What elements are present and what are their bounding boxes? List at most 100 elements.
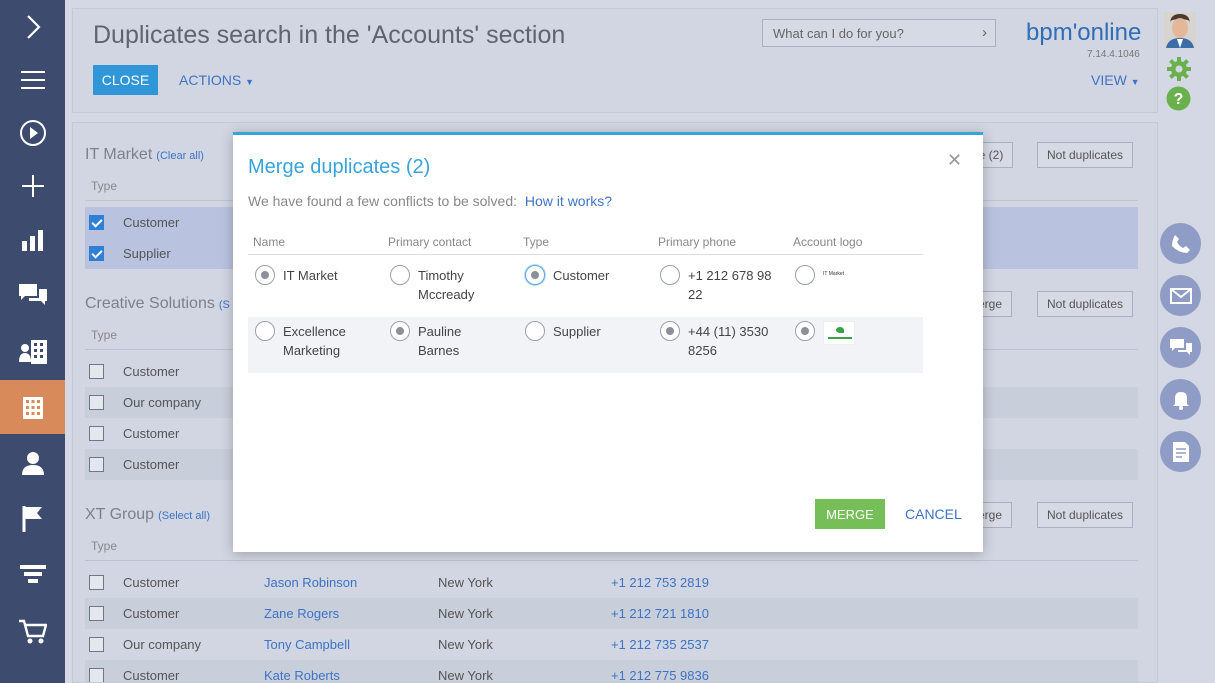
row-type: Customer: [123, 606, 180, 621]
flag-icon[interactable]: [0, 492, 65, 546]
radio-button[interactable]: [795, 321, 815, 341]
close-button[interactable]: CLOSE: [93, 65, 158, 95]
table-row[interactable]: Our company Tony Campbell New York +1 212 7…: [85, 629, 1138, 660]
logo-option[interactable]: [795, 321, 920, 345]
not-duplicates-button[interactable]: Not duplicates: [1037, 142, 1134, 168]
chat-icon[interactable]: [1160, 327, 1201, 368]
chevron-right-icon[interactable]: ›: [982, 24, 987, 41]
phone-option[interactable]: +44 (11) 3530 8256: [660, 321, 785, 360]
dashboard-icon[interactable]: [0, 213, 65, 267]
radio-button[interactable]: [255, 265, 275, 285]
contact-option[interactable]: Pauline Barnes: [390, 321, 515, 360]
logo-option[interactable]: IT Market: [795, 265, 920, 285]
group-title: IT Market (Clear all): [85, 146, 204, 164]
row-phone-link[interactable]: +1 212 775 9836: [611, 668, 709, 682]
plus-icon[interactable]: [0, 159, 65, 213]
row-contact-link[interactable]: Zane Rogers: [264, 606, 339, 621]
play-icon[interactable]: [0, 106, 65, 160]
option-label: IT Market: [283, 268, 338, 283]
merge-table-header: Name Primary contact Type Primary phone …: [248, 233, 923, 255]
funnel-icon[interactable]: [0, 549, 65, 603]
clear-all-link[interactable]: (Clear all): [156, 150, 204, 162]
merge-row: Excellence Marketing Pauline Barnes Supp…: [248, 317, 923, 373]
row-type: Customer: [123, 364, 180, 379]
contact-option[interactable]: Timothy Mccready: [390, 265, 515, 304]
radio-button[interactable]: [390, 265, 410, 285]
brand-logo: bpm'online: [1026, 19, 1142, 46]
row-checkbox[interactable]: [89, 246, 104, 261]
row-contact-link[interactable]: Tony Campbell: [264, 637, 350, 652]
command-search-input[interactable]: What can I do for you? ›: [762, 19, 996, 47]
select-all-link[interactable]: (Select all): [158, 510, 210, 522]
radio-button[interactable]: [255, 321, 275, 341]
avatar[interactable]: [1164, 12, 1196, 48]
not-duplicates-button[interactable]: Not duplicates: [1037, 291, 1134, 317]
actions-button[interactable]: ACTIONS ▼: [179, 72, 254, 88]
how-it-works-link[interactable]: How it works?: [525, 193, 612, 209]
not-duplicates-button[interactable]: Not duplicates: [1037, 502, 1134, 528]
option-label: Supplier: [553, 324, 601, 339]
dialog-title: Merge duplicates (2): [248, 156, 431, 178]
row-city: New York: [438, 668, 493, 683]
row-checkbox[interactable]: [89, 426, 104, 441]
row-contact-link[interactable]: Jason Robinson: [264, 575, 357, 590]
table-row[interactable]: Customer Kate Roberts New York +1 212 775 9…: [85, 660, 1138, 683]
table-row[interactable]: Customer Jason Robinson New York +1 212 753…: [85, 567, 1138, 598]
row-city: New York: [438, 575, 493, 590]
row-checkbox[interactable]: [89, 606, 104, 621]
radio-button[interactable]: [660, 265, 680, 285]
column-header-contact: Primary contact: [388, 235, 472, 249]
row-phone-link[interactable]: +1 212 753 2819: [611, 575, 709, 590]
row-checkbox[interactable]: [89, 668, 104, 682]
gear-icon[interactable]: [1166, 56, 1192, 87]
right-communication-panel: ?: [1160, 0, 1215, 683]
radio-button[interactable]: [795, 265, 815, 285]
row-checkbox[interactable]: [89, 364, 104, 379]
table-row[interactable]: Customer Zane Rogers New York +1 212 721 18…: [85, 598, 1138, 629]
merge-row: IT Market Timothy Mccready Customer +1 2…: [248, 261, 923, 317]
document-icon[interactable]: [1160, 431, 1201, 472]
accounts-icon[interactable]: [0, 380, 65, 434]
bell-icon[interactable]: [1160, 379, 1201, 420]
type-option[interactable]: Supplier: [525, 321, 650, 341]
row-contact-link[interactable]: Kate Roberts: [264, 668, 340, 682]
feed-icon[interactable]: [0, 268, 65, 322]
row-type: Customer: [123, 668, 180, 683]
name-option[interactable]: IT Market: [255, 265, 380, 285]
row-type: Supplier: [123, 246, 171, 261]
menu-icon[interactable]: [0, 53, 65, 107]
mail-icon[interactable]: [1160, 275, 1201, 316]
row-phone-link[interactable]: +1 212 735 2537: [611, 637, 709, 652]
phone-icon[interactable]: [1160, 223, 1201, 264]
close-icon[interactable]: ✕: [947, 150, 962, 171]
radio-button[interactable]: [525, 321, 545, 341]
radio-button[interactable]: [390, 321, 410, 341]
chevron-right-icon[interactable]: [0, 0, 65, 54]
group-name: Creative Solutions: [85, 295, 215, 312]
radio-button[interactable]: [525, 265, 545, 285]
name-option[interactable]: Excellence Marketing: [255, 321, 380, 360]
phone-option[interactable]: +1 212 678 98 22: [660, 265, 785, 304]
row-checkbox[interactable]: [89, 457, 104, 472]
cart-icon[interactable]: [0, 605, 65, 659]
contacts-building-icon[interactable]: [0, 325, 65, 379]
view-button[interactable]: VIEW ▼: [1091, 72, 1140, 88]
cancel-button[interactable]: CANCEL: [905, 506, 962, 522]
select-all-link[interactable]: (S: [219, 299, 230, 311]
row-type: Customer: [123, 426, 180, 441]
row-checkbox[interactable]: [89, 637, 104, 652]
radio-button[interactable]: [660, 321, 680, 341]
row-checkbox[interactable]: [89, 215, 104, 230]
contact-icon[interactable]: [0, 436, 65, 490]
row-checkbox[interactable]: [89, 575, 104, 590]
more-nav-icon[interactable]: [0, 660, 65, 683]
column-header-phone: Primary phone: [658, 235, 737, 249]
row-checkbox[interactable]: [89, 395, 104, 410]
merge-button[interactable]: MERGE: [815, 499, 885, 529]
option-label: Pauline Barnes: [418, 324, 462, 358]
row-phone-link[interactable]: +1 212 721 1810: [611, 606, 709, 621]
version-label: 7.14.4.1046: [1087, 49, 1140, 60]
dialog-description: We have found a few conflicts to be solv…: [248, 193, 612, 209]
help-icon[interactable]: ?: [1166, 86, 1191, 116]
type-option[interactable]: Customer: [525, 265, 650, 285]
